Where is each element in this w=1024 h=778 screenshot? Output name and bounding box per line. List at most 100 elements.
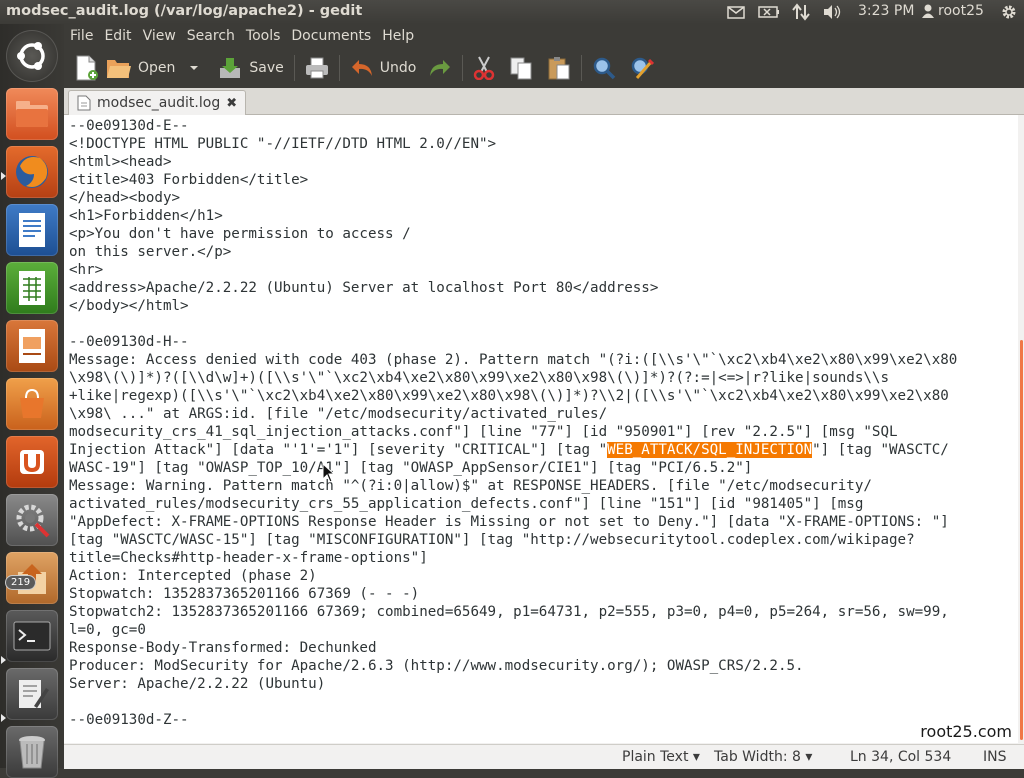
document-tabbar: modsec_audit.log ✖ xyxy=(64,88,1024,115)
editor-line: <title>403 Forbidden</title> xyxy=(69,171,957,189)
tab-width-selector[interactable]: Tab Width: 8 ▾ xyxy=(714,749,812,765)
redo-button[interactable] xyxy=(424,51,456,85)
editor-line: </head><body> xyxy=(69,189,957,207)
open-recent-dropdown[interactable] xyxy=(179,51,203,85)
editor-line: +like|regexp)([\\s'\"`\xc2\xb4\xe2\x80\x… xyxy=(69,387,957,405)
mouse-pointer-icon xyxy=(322,463,336,483)
text-file-icon xyxy=(77,95,91,111)
line-text: <title>403 Forbidden</title> xyxy=(69,172,309,188)
writer-icon[interactable] xyxy=(6,204,58,256)
redo-icon xyxy=(430,60,451,76)
scrollbar-thumb[interactable] xyxy=(1020,340,1023,740)
editor-line: Message: Access denied with code 403 (ph… xyxy=(69,351,957,369)
editor-line: <html><head> xyxy=(69,153,957,171)
undo-label: Undo xyxy=(379,60,417,76)
find-replace-icon xyxy=(632,57,655,79)
software-center-icon[interactable] xyxy=(6,378,58,430)
line-text: on this server.</p> xyxy=(69,244,232,260)
editor-line: <hr> xyxy=(69,261,957,279)
line-text: \x98\(\)]*)?([\\d\w]+)([\\s'\"`\xc2\xb4\… xyxy=(69,370,889,386)
line-text: </body></html> xyxy=(69,298,189,314)
save-button[interactable]: Save xyxy=(213,51,287,85)
new-button[interactable] xyxy=(70,51,102,85)
cursor-position: Ln 34, Col 534 xyxy=(850,749,952,765)
copy-button[interactable] xyxy=(505,51,537,85)
cut-button[interactable] xyxy=(469,51,499,85)
top-panel: modsec_audit.log (/var/log/apache2) - ge… xyxy=(0,0,1024,24)
find-button[interactable] xyxy=(588,51,620,85)
gedit-window: File Edit View Search Tools Documents He… xyxy=(64,24,1024,769)
editor-line: Producer: ModSecurity for Apache/2.6.3 (… xyxy=(69,657,957,675)
undo-button[interactable]: Undo xyxy=(346,51,421,85)
toolbar: Open Save Undo xyxy=(64,48,1024,88)
terminal-icon[interactable] xyxy=(6,610,58,662)
menu-edit[interactable]: Edit xyxy=(99,28,136,44)
chevron-down-icon: ▾ xyxy=(692,749,700,765)
language-label: Plain Text xyxy=(622,749,689,765)
gedit-icon[interactable] xyxy=(6,668,58,720)
menu-tools[interactable]: Tools xyxy=(241,28,286,44)
new-document-icon xyxy=(76,55,98,81)
calc-icon[interactable] xyxy=(6,262,58,314)
undo-icon xyxy=(351,60,372,76)
ubuntu-one-icon[interactable] xyxy=(6,436,58,488)
menu-documents[interactable]: Documents xyxy=(286,28,376,44)
watermark: root25.com xyxy=(920,722,1012,741)
trash-icon[interactable] xyxy=(6,726,58,778)
editor-line: \x98\ ..." at ARGS:id. [file "/etc/modse… xyxy=(69,405,957,423)
scrollbar[interactable] xyxy=(1018,115,1024,743)
tab-modsec-audit-log[interactable]: modsec_audit.log ✖ xyxy=(68,90,247,115)
toolbar-separator xyxy=(462,55,464,81)
line-text: Stopwatch: 1352837365201166 67369 (- - -… xyxy=(69,586,420,602)
menu-view[interactable]: View xyxy=(138,28,181,44)
editor-line: --0e09130d-H-- xyxy=(69,333,957,351)
editor-line: --0e09130d-Z-- xyxy=(69,711,957,729)
mail-icon[interactable] xyxy=(726,0,746,24)
menu-file[interactable]: File xyxy=(65,28,98,44)
line-text: Message: Access denied with code 403 (ph… xyxy=(69,352,958,368)
find-replace-button[interactable] xyxy=(626,51,658,85)
save-label: Save xyxy=(249,60,284,76)
firefox-icon[interactable] xyxy=(6,146,58,198)
editor-line: <p>You don't have permission to access / xyxy=(69,225,957,243)
editor-line: </body></html> xyxy=(69,297,957,315)
menu-search[interactable]: Search xyxy=(182,28,240,44)
user-menu[interactable]: root25 xyxy=(922,3,984,19)
printer-icon xyxy=(305,57,328,79)
paste-button[interactable] xyxy=(543,51,575,85)
network-icon[interactable] xyxy=(790,0,812,24)
system-settings-icon[interactable] xyxy=(6,494,58,546)
dash-home-icon[interactable] xyxy=(6,30,58,82)
editor-line: Server: Apache/2.2.22 (Ubuntu) xyxy=(69,675,957,693)
chevron-down-icon xyxy=(190,66,199,70)
language-selector[interactable]: Plain Text ▾ xyxy=(622,749,700,765)
line-text: Message: Warning. Pattern match "^(?i:0|… xyxy=(69,478,872,494)
close-icon[interactable]: ✖ xyxy=(226,96,237,111)
clock[interactable]: 3:23 PM xyxy=(858,3,914,19)
text-editor[interactable]: --0e09130d-E-- <!DOCTYPE HTML PUBLIC "-//… xyxy=(64,115,1024,743)
tab-width-label: Tab Width: 8 xyxy=(714,749,801,765)
tab-label: modsec_audit.log xyxy=(97,95,221,111)
line-text: "AppDefect: X-FRAME-OPTIONS Response Hea… xyxy=(69,514,949,530)
impress-icon[interactable] xyxy=(6,320,58,372)
editor-line: <!DOCTYPE HTML PUBLIC "-//IETF//DTD HTML… xyxy=(69,135,957,153)
files-icon[interactable] xyxy=(6,88,58,140)
launcher: 219 xyxy=(0,24,65,778)
menu-help[interactable]: Help xyxy=(377,28,419,44)
line-text: Producer: ModSecurity for Apache/2.6.3 (… xyxy=(69,658,804,674)
gear-icon[interactable] xyxy=(998,0,1020,24)
editor-line: on this server.</p> xyxy=(69,243,957,261)
volume-icon[interactable] xyxy=(820,0,844,24)
print-button[interactable] xyxy=(301,51,333,85)
editor-line: Stopwatch: 1352837365201166 67369 (- - -… xyxy=(69,585,957,603)
battery-icon[interactable] xyxy=(757,0,781,24)
search-icon xyxy=(594,57,616,80)
update-count-badge: 219 xyxy=(5,575,37,590)
line-text: modsecurity_crs_41_sql_injection_attacks… xyxy=(69,424,898,440)
copy-icon xyxy=(510,57,532,80)
open-button[interactable]: Open xyxy=(102,51,179,85)
editor-line: Stopwatch2: 1352837365201166 67369; comb… xyxy=(69,603,957,621)
line-text: [tag "WASCTC/WASC-15"] [tag "MISCONFIGUR… xyxy=(69,532,915,548)
editor-line: [tag "WASCTC/WASC-15"] [tag "MISCONFIGUR… xyxy=(69,531,957,549)
